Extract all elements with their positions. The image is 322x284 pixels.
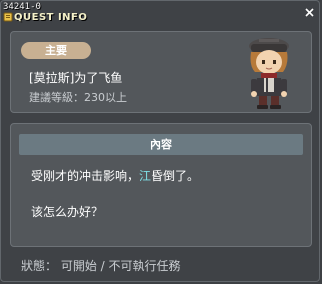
quest-content-panel: 內容 受刚才的冲击影响，江昏倒了。 该怎么办好？ xyxy=(10,123,312,247)
window-title-bar: QUEST INFO xyxy=(3,10,87,24)
content-description-line-2: 该怎么办好？ xyxy=(31,205,104,219)
quest-info-icon xyxy=(3,12,13,22)
content-text: 受刚才的冲击影响， xyxy=(31,169,140,183)
quest-header-panel: 主要 [莫拉斯]为了飞鱼 建議等級：230以上 xyxy=(10,31,312,113)
quest-status: 狀態： 可開始 / 不可執行任務 xyxy=(21,259,181,273)
window-title: QUEST INFO xyxy=(14,11,88,23)
quest-level-requirement: 建議等級：230以上 xyxy=(29,91,127,104)
close-button[interactable] xyxy=(305,8,314,17)
quest-name: [莫拉斯]为了飞鱼 xyxy=(29,71,123,85)
quest-info-window: 34241-0 QUEST INFO 主要 [莫拉斯]为了飞鱼 建議等級：230… xyxy=(0,0,320,282)
content-description-line-1: 受刚才的冲击影响，江昏倒了。 xyxy=(31,168,199,184)
content-section-title: 內容 xyxy=(19,134,303,155)
content-text: 昏倒了。 xyxy=(151,169,200,183)
quest-type-badge: 主要 xyxy=(21,42,91,59)
npc-character-icon xyxy=(237,32,303,112)
close-icon xyxy=(305,8,314,17)
npc-name-highlight: 江 xyxy=(139,169,152,183)
